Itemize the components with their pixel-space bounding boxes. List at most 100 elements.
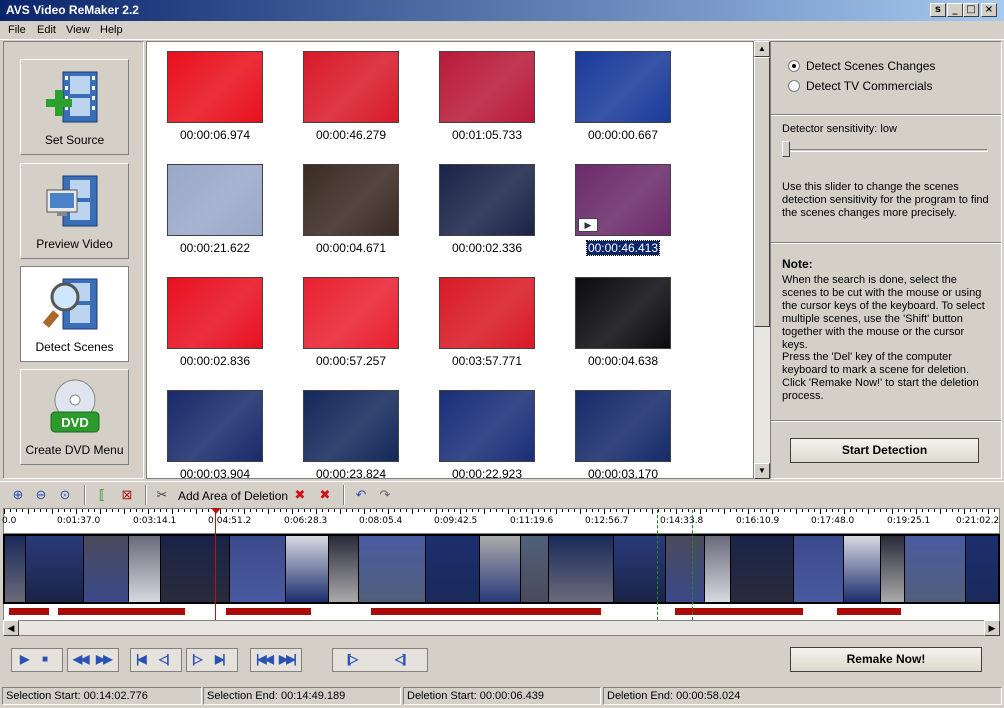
ruler-tick <box>322 509 323 512</box>
ruler-tick <box>844 509 845 514</box>
scene-thumbnail[interactable] <box>439 51 535 123</box>
go-to-start-icon[interactable]: |◀ <box>136 652 147 666</box>
menu-view[interactable]: View <box>66 24 90 36</box>
fast-forward-icon[interactable]: ▶▶ <box>96 652 113 666</box>
timeline-ruler[interactable]: 0.0 0:01:37.0 0:03:14.1 0:04:51.2 0:06:28.3 0… <box>2 508 1000 534</box>
ruler-tick <box>808 509 809 512</box>
mark-out-icon[interactable]: ◁] <box>395 652 406 666</box>
ruler-tick <box>142 509 143 512</box>
ruler-tick <box>274 509 275 512</box>
ruler-tick <box>64 509 65 512</box>
scene-thumbnail[interactable] <box>167 390 263 462</box>
timeline-scrollbar[interactable]: ◀ ▶ <box>3 620 1000 636</box>
scene-thumbnail[interactable] <box>575 277 671 349</box>
play-preview-icon[interactable]: ▶ <box>578 218 598 232</box>
filmstrip-frame <box>359 536 425 602</box>
scene-thumbnail[interactable] <box>167 51 263 123</box>
scene-thumbnail[interactable] <box>167 164 263 236</box>
deletion-marker[interactable] <box>675 608 803 615</box>
ruler-tick <box>442 509 443 512</box>
remake-now-button[interactable]: Remake Now! <box>790 647 982 672</box>
scroll-left-arrow[interactable]: ◀ <box>3 620 19 636</box>
undo-icon[interactable]: ↶ <box>352 486 370 504</box>
rewind-icon[interactable]: ◀◀ <box>73 652 90 666</box>
skin-button[interactable]: s <box>930 3 946 17</box>
zoom-in-icon[interactable]: ⊕ <box>9 486 27 504</box>
sensitivity-slider-track[interactable] <box>782 149 988 152</box>
zoom-fit-icon[interactable]: ⊙ <box>56 486 74 504</box>
add-area-of-deletion-button[interactable]: Add Area of Deletion <box>178 489 288 503</box>
scene-thumbnail[interactable] <box>303 51 399 123</box>
scene-thumbnail[interactable] <box>575 390 671 462</box>
scene-thumbnail[interactable] <box>439 390 535 462</box>
next-frame-icon[interactable]: |▷ <box>192 652 203 666</box>
close-button[interactable]: × <box>981 3 997 17</box>
sensitivity-slider-thumb[interactable] <box>782 141 790 157</box>
scroll-up-arrow[interactable]: ▲ <box>754 41 770 57</box>
next-scene-icon[interactable]: ▶▶| <box>279 652 297 666</box>
ruler-tick <box>748 509 749 514</box>
window-title: AVS Video ReMaker 2.2 <box>6 3 139 17</box>
deletion-markers-track[interactable] <box>3 604 1000 620</box>
scene-thumbnail[interactable] <box>439 277 535 349</box>
ruler-tick <box>952 509 953 512</box>
filmstrip-frame <box>129 536 160 602</box>
start-detection-button[interactable]: Start Detection <box>790 438 979 463</box>
ruler-tick <box>646 509 647 512</box>
deletion-marker[interactable] <box>226 608 311 615</box>
nav-preview-video-button[interactable]: Preview Video <box>20 163 129 259</box>
deletion-marker[interactable] <box>9 608 49 615</box>
redo-icon[interactable]: ↷ <box>376 486 394 504</box>
scene-thumbnail[interactable] <box>303 390 399 462</box>
selection-end-line[interactable] <box>692 510 693 620</box>
scene-thumbnail[interactable] <box>575 51 671 123</box>
ruler-tick <box>664 509 665 512</box>
minimize-button[interactable]: _ <box>947 3 963 17</box>
stop-icon[interactable]: ■ <box>42 654 48 665</box>
deletion-marker[interactable] <box>837 608 901 615</box>
go-to-end-icon[interactable]: ▶| <box>215 652 226 666</box>
scene-thumbnail[interactable] <box>303 164 399 236</box>
maximize-button[interactable]: □ <box>963 3 979 17</box>
playhead-handle[interactable] <box>211 508 221 514</box>
scroll-right-arrow[interactable]: ▶ <box>984 620 1000 636</box>
scene-thumbnail[interactable]: ▶ <box>575 164 671 236</box>
playhead[interactable] <box>215 510 216 620</box>
mark-in-icon[interactable]: [▷ <box>347 652 358 666</box>
scene-thumbnail[interactable] <box>439 164 535 236</box>
ruler-tick <box>676 509 677 514</box>
radio-detect-commercials[interactable] <box>788 80 800 92</box>
ruler-tick <box>826 509 827 512</box>
delete-area-icon[interactable]: ✖ <box>291 486 309 504</box>
play-icon[interactable]: ▶ <box>20 652 29 666</box>
menu-edit[interactable]: Edit <box>37 24 56 36</box>
delete-all-areas-icon[interactable]: ✖ <box>316 486 334 504</box>
menu-file[interactable]: File <box>8 24 26 36</box>
selection-start-line[interactable] <box>657 510 658 620</box>
radio-detect-scenes[interactable] <box>788 60 800 72</box>
ruler-tick <box>88 509 89 512</box>
ruler-tick <box>436 509 437 514</box>
rewind-forward-group: ◀◀ ▶▶ <box>67 648 119 672</box>
select-area-icon[interactable]: ⟦ <box>93 486 111 504</box>
scene-thumbnail[interactable] <box>167 277 263 349</box>
nav-create-dvd-menu-button[interactable]: DVD Create DVD Menu <box>20 369 129 465</box>
thumbnails-scrollbar[interactable]: ▲ ▼ <box>754 41 770 479</box>
scroll-thumb[interactable] <box>754 57 770 327</box>
nav-set-source-button[interactable]: Set Source <box>20 59 129 155</box>
timeline-filmstrip[interactable] <box>3 534 1000 604</box>
cut-area-icon[interactable]: ⊠ <box>118 486 136 504</box>
ruler-tick <box>652 509 653 514</box>
scroll-down-arrow[interactable]: ▼ <box>754 463 770 479</box>
deletion-marker[interactable] <box>58 608 185 615</box>
ruler-tick <box>898 509 899 512</box>
scissors-icon[interactable]: ✂ <box>153 486 171 504</box>
zoom-out-icon[interactable]: ⊖ <box>32 486 50 504</box>
deletion-marker[interactable] <box>371 608 601 615</box>
scene-thumbnail[interactable] <box>303 277 399 349</box>
nav-detect-scenes-button[interactable]: Detect Scenes <box>20 266 129 362</box>
ruler-tick <box>28 509 29 514</box>
previous-scene-icon[interactable]: |◀◀ <box>256 652 274 666</box>
previous-frame-icon[interactable]: ◁| <box>159 652 170 666</box>
menu-help[interactable]: Help <box>100 24 123 36</box>
